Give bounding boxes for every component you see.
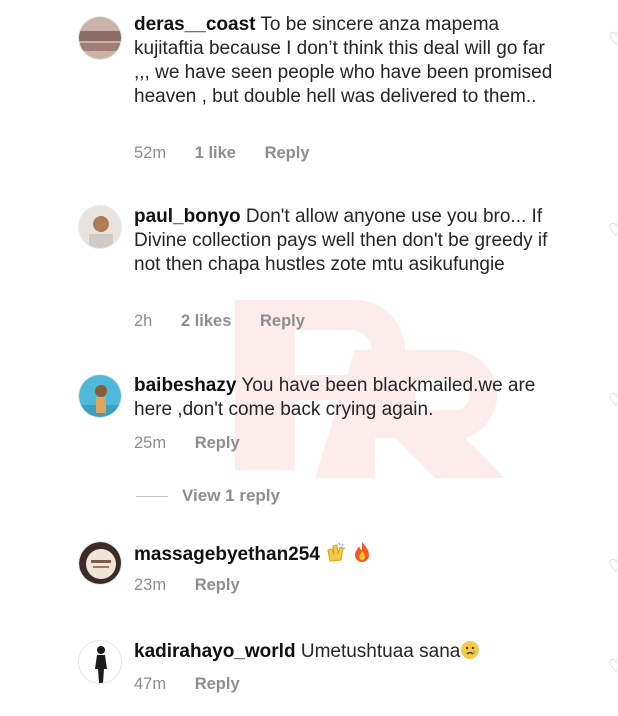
view-replies-label: View 1 reply [182,486,280,505]
view-replies-button[interactable]: View 1 reply [136,486,280,506]
clapping-hands-icon [325,541,347,570]
avatar[interactable] [78,205,122,249]
like-heart-icon[interactable]: ♡ [608,390,618,410]
reply-thread-line [136,496,168,498]
comment-meta: 25m Reply [134,434,264,453]
comment-text: deras__coast To be sincere anza mapema k… [134,13,554,109]
likes-count[interactable]: 2 likes [181,312,231,330]
comment-time: 47m [134,675,167,693]
comment-time: 23m [134,576,167,594]
comment-time: 25m [134,434,167,452]
reply-button[interactable]: Reply [265,144,310,162]
likes-count[interactable]: 1 like [195,144,236,162]
reply-button[interactable]: Reply [195,434,240,452]
comment-username[interactable]: massagebyethan254 [134,544,320,565]
like-heart-icon[interactable]: ♡ [608,29,618,49]
reply-button[interactable]: Reply [195,576,240,594]
avatar[interactable] [78,374,122,418]
comment-username[interactable]: deras__coast [134,14,255,35]
like-heart-icon[interactable]: ♡ [608,220,618,240]
reply-button[interactable]: Reply [260,312,305,330]
avatar[interactable] [78,541,122,585]
comment-text: massagebyethan254 [134,541,554,570]
comment-time: 52m [134,144,167,162]
comment-meta: 47m Reply [134,675,264,694]
avatar[interactable] [78,16,122,60]
comment-text: paul_bonyo Don't allow anyone use you br… [134,205,554,277]
comment-time: 2h [134,312,153,330]
reply-button[interactable]: Reply [195,675,240,693]
comment-text: kadirahayo_world Umetushtuaa sana [134,640,554,667]
comment-text: baibeshazy You have been blackmailed.we … [134,374,554,422]
comment-username[interactable]: paul_bonyo [134,206,241,227]
comment-meta: 2h 2 likes Reply [134,312,329,331]
fire-icon [352,541,372,570]
comment-username[interactable]: kadirahayo_world [134,641,296,662]
like-heart-icon[interactable]: ♡ [608,656,618,676]
crying-face-icon [460,640,480,667]
avatar[interactable] [78,640,122,684]
comment-meta: 52m 1 like Reply [134,144,334,163]
comment-username[interactable]: baibeshazy [134,375,236,396]
comment-meta: 23m Reply [134,576,264,595]
like-heart-icon[interactable]: ♡ [608,556,618,576]
comment-body: Umetushtuaa sana [300,641,461,662]
